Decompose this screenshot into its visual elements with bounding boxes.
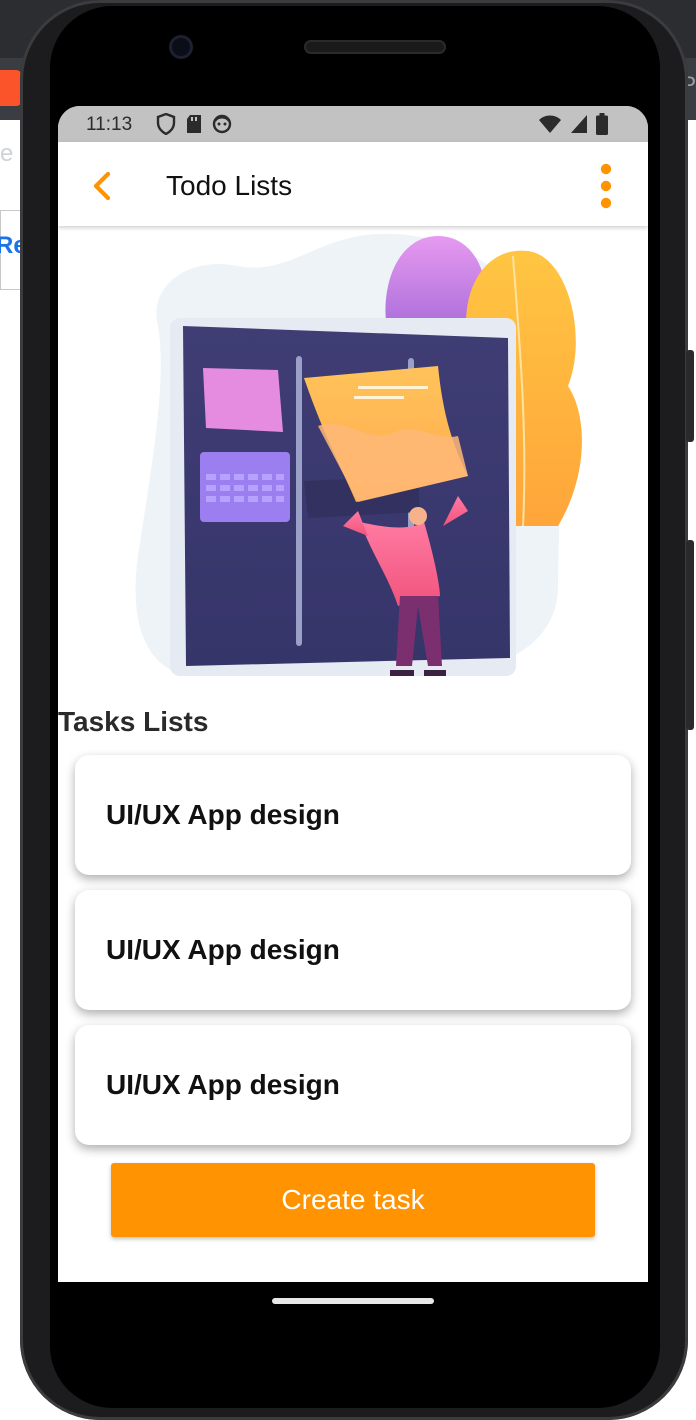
- kanban-board-illustration: [135, 233, 582, 676]
- front-camera: [172, 38, 190, 56]
- wifi-icon: [539, 115, 561, 133]
- page-title: Todo Lists: [166, 170, 293, 201]
- task-card[interactable]: UI/UX App design: [75, 890, 631, 1010]
- home-indicator[interactable]: [272, 1298, 434, 1304]
- create-task-button[interactable]: Create task: [111, 1163, 595, 1237]
- task-card[interactable]: UI/UX App design: [75, 755, 631, 875]
- power-button: [686, 350, 694, 442]
- face-icon: [212, 114, 232, 134]
- earpiece-speaker: [304, 40, 446, 54]
- status-bar: 11:13: [58, 106, 648, 142]
- task-card[interactable]: UI/UX App design: [75, 1025, 631, 1145]
- status-left-icons: [156, 113, 232, 135]
- signal-icon: [571, 115, 587, 133]
- app-bar: Todo Lists: [58, 142, 648, 226]
- volume-button: [686, 540, 694, 730]
- app-screen: 11:13 Todo Lists Tasks Lists UI/UX App d…: [58, 106, 648, 1282]
- shield-icon: [156, 113, 176, 135]
- background-address-fragment: e: [0, 140, 14, 167]
- sd-card-icon: [187, 115, 201, 133]
- status-right-icons: [538, 113, 608, 135]
- battery-icon: [596, 113, 608, 135]
- more-vert-icon[interactable]: [594, 162, 618, 210]
- task-title: UI/UX App design: [106, 934, 340, 965]
- status-time: 11:13: [86, 114, 133, 135]
- task-title: UI/UX App design: [106, 799, 340, 830]
- section-label: Tasks Lists: [58, 706, 209, 737]
- brave-lion-icon: [0, 70, 22, 106]
- task-title: UI/UX App design: [106, 1069, 340, 1100]
- back-arrow-icon[interactable]: [82, 166, 122, 206]
